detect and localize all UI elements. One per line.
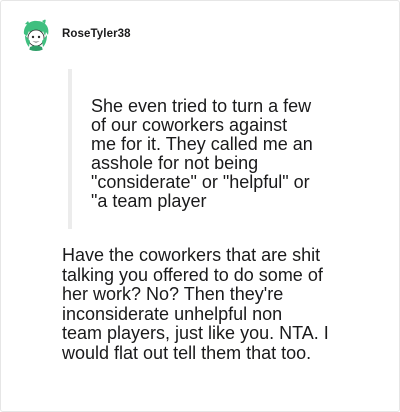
comment-card: RoseTyler38 She even tried to turn a few… <box>0 0 400 412</box>
avatar-icon <box>19 17 53 51</box>
quote-bar <box>68 69 72 229</box>
avatar[interactable] <box>19 17 53 51</box>
quoted-text: She even tried to turn a few of our cowo… <box>91 96 313 211</box>
comment-body: Have the coworkers that are shit talking… <box>62 245 329 363</box>
username[interactable]: RoseTyler38 <box>62 28 131 40</box>
comment-header: RoseTyler38 <box>19 16 131 52</box>
